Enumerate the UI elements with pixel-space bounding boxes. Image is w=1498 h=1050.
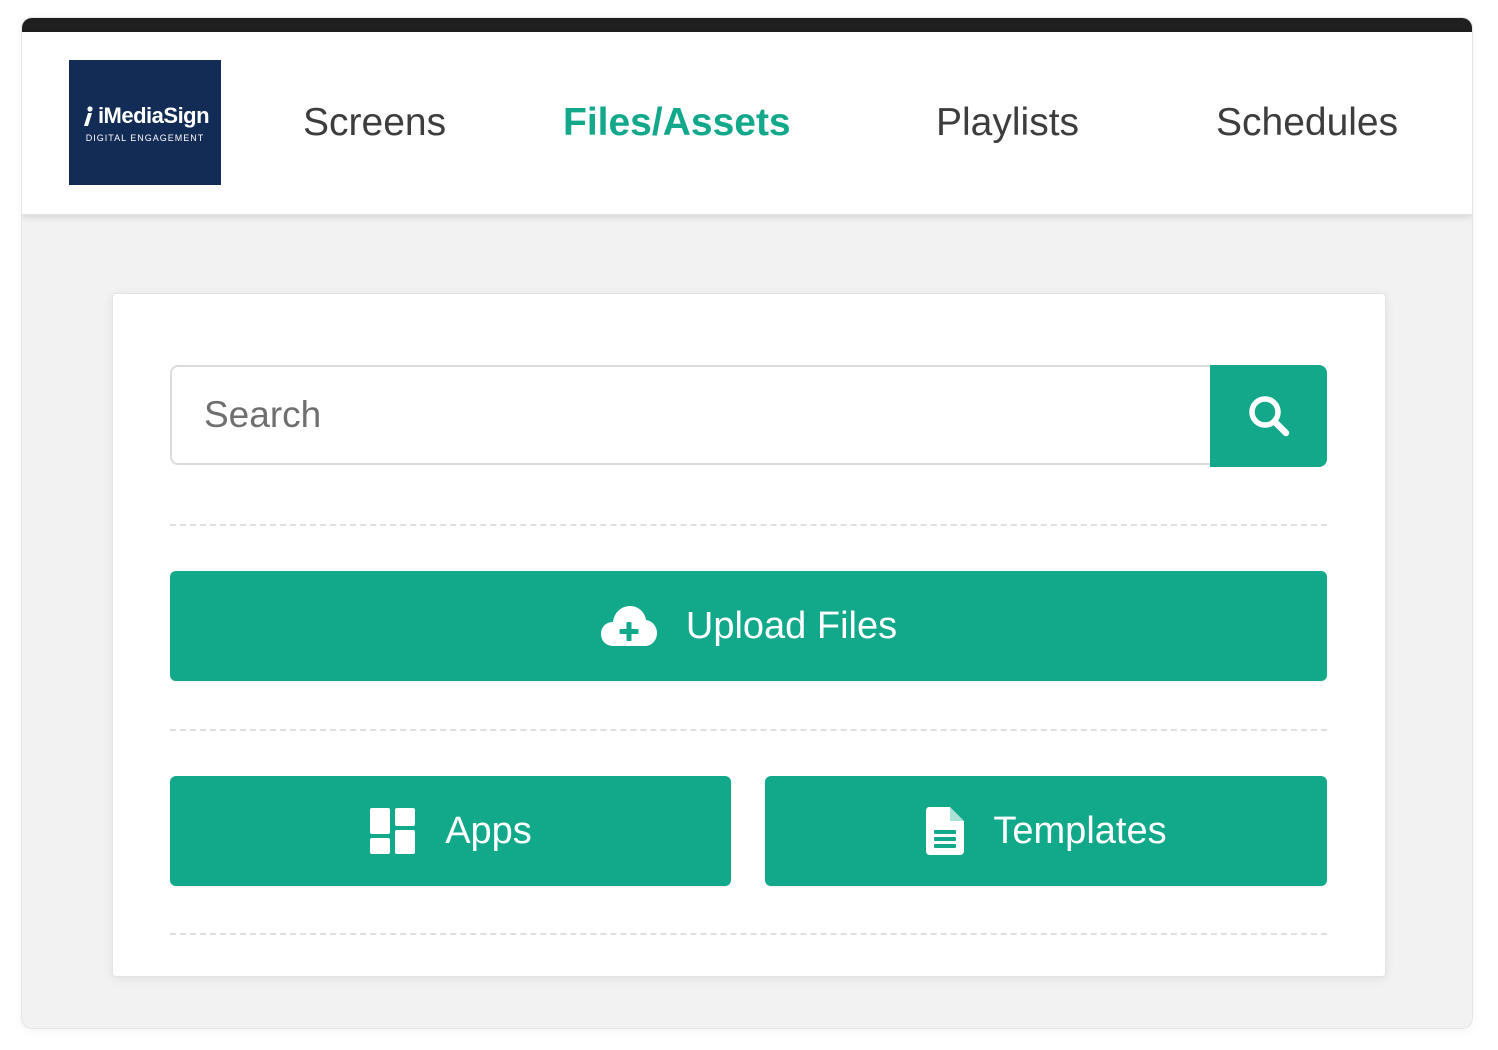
nav-item-files-assets[interactable]: Files/Assets: [563, 100, 791, 146]
search-bar: [170, 365, 1327, 467]
logo-mark-icon: [83, 105, 93, 126]
upload-files-button[interactable]: Upload Files: [170, 571, 1327, 681]
templates-label: Templates: [993, 809, 1167, 852]
divider: [170, 524, 1327, 526]
upload-files-label: Upload Files: [685, 604, 898, 647]
brand-tagline: DIGITAL ENGAGEMENT: [85, 132, 205, 143]
window-top-bar: [22, 18, 1472, 32]
search-icon: [1248, 396, 1289, 437]
divider: [170, 729, 1327, 731]
app-window: iMediaSign DIGITAL ENGAGEMENT Screens Fi…: [22, 18, 1472, 1028]
logo-wordmark: iMediaSign: [81, 102, 210, 129]
search-input[interactable]: [170, 365, 1210, 465]
search-button[interactable]: [1210, 365, 1327, 467]
upload-icon-wrap: [600, 604, 658, 648]
assets-panel: Upload Files Apps: [112, 293, 1386, 977]
header: iMediaSign DIGITAL ENGAGEMENT Screens Fi…: [22, 32, 1472, 215]
nav-item-playlists[interactable]: Playlists: [936, 100, 1079, 146]
templates-button[interactable]: Templates: [765, 776, 1327, 886]
divider: [170, 933, 1327, 935]
document-icon: [926, 807, 965, 855]
apps-button[interactable]: Apps: [170, 776, 731, 886]
apps-label: Apps: [445, 809, 532, 852]
cloud-upload-icon: [600, 606, 657, 646]
apps-icon-wrap: [369, 807, 417, 855]
grid-icon: [370, 808, 416, 854]
brand-name: iMediaSign: [97, 102, 210, 128]
nav-item-schedules[interactable]: Schedules: [1216, 100, 1398, 146]
templates-icon-wrap: [925, 806, 965, 856]
brand-logo[interactable]: iMediaSign DIGITAL ENGAGEMENT: [69, 60, 221, 185]
nav-item-screens[interactable]: Screens: [303, 100, 446, 146]
